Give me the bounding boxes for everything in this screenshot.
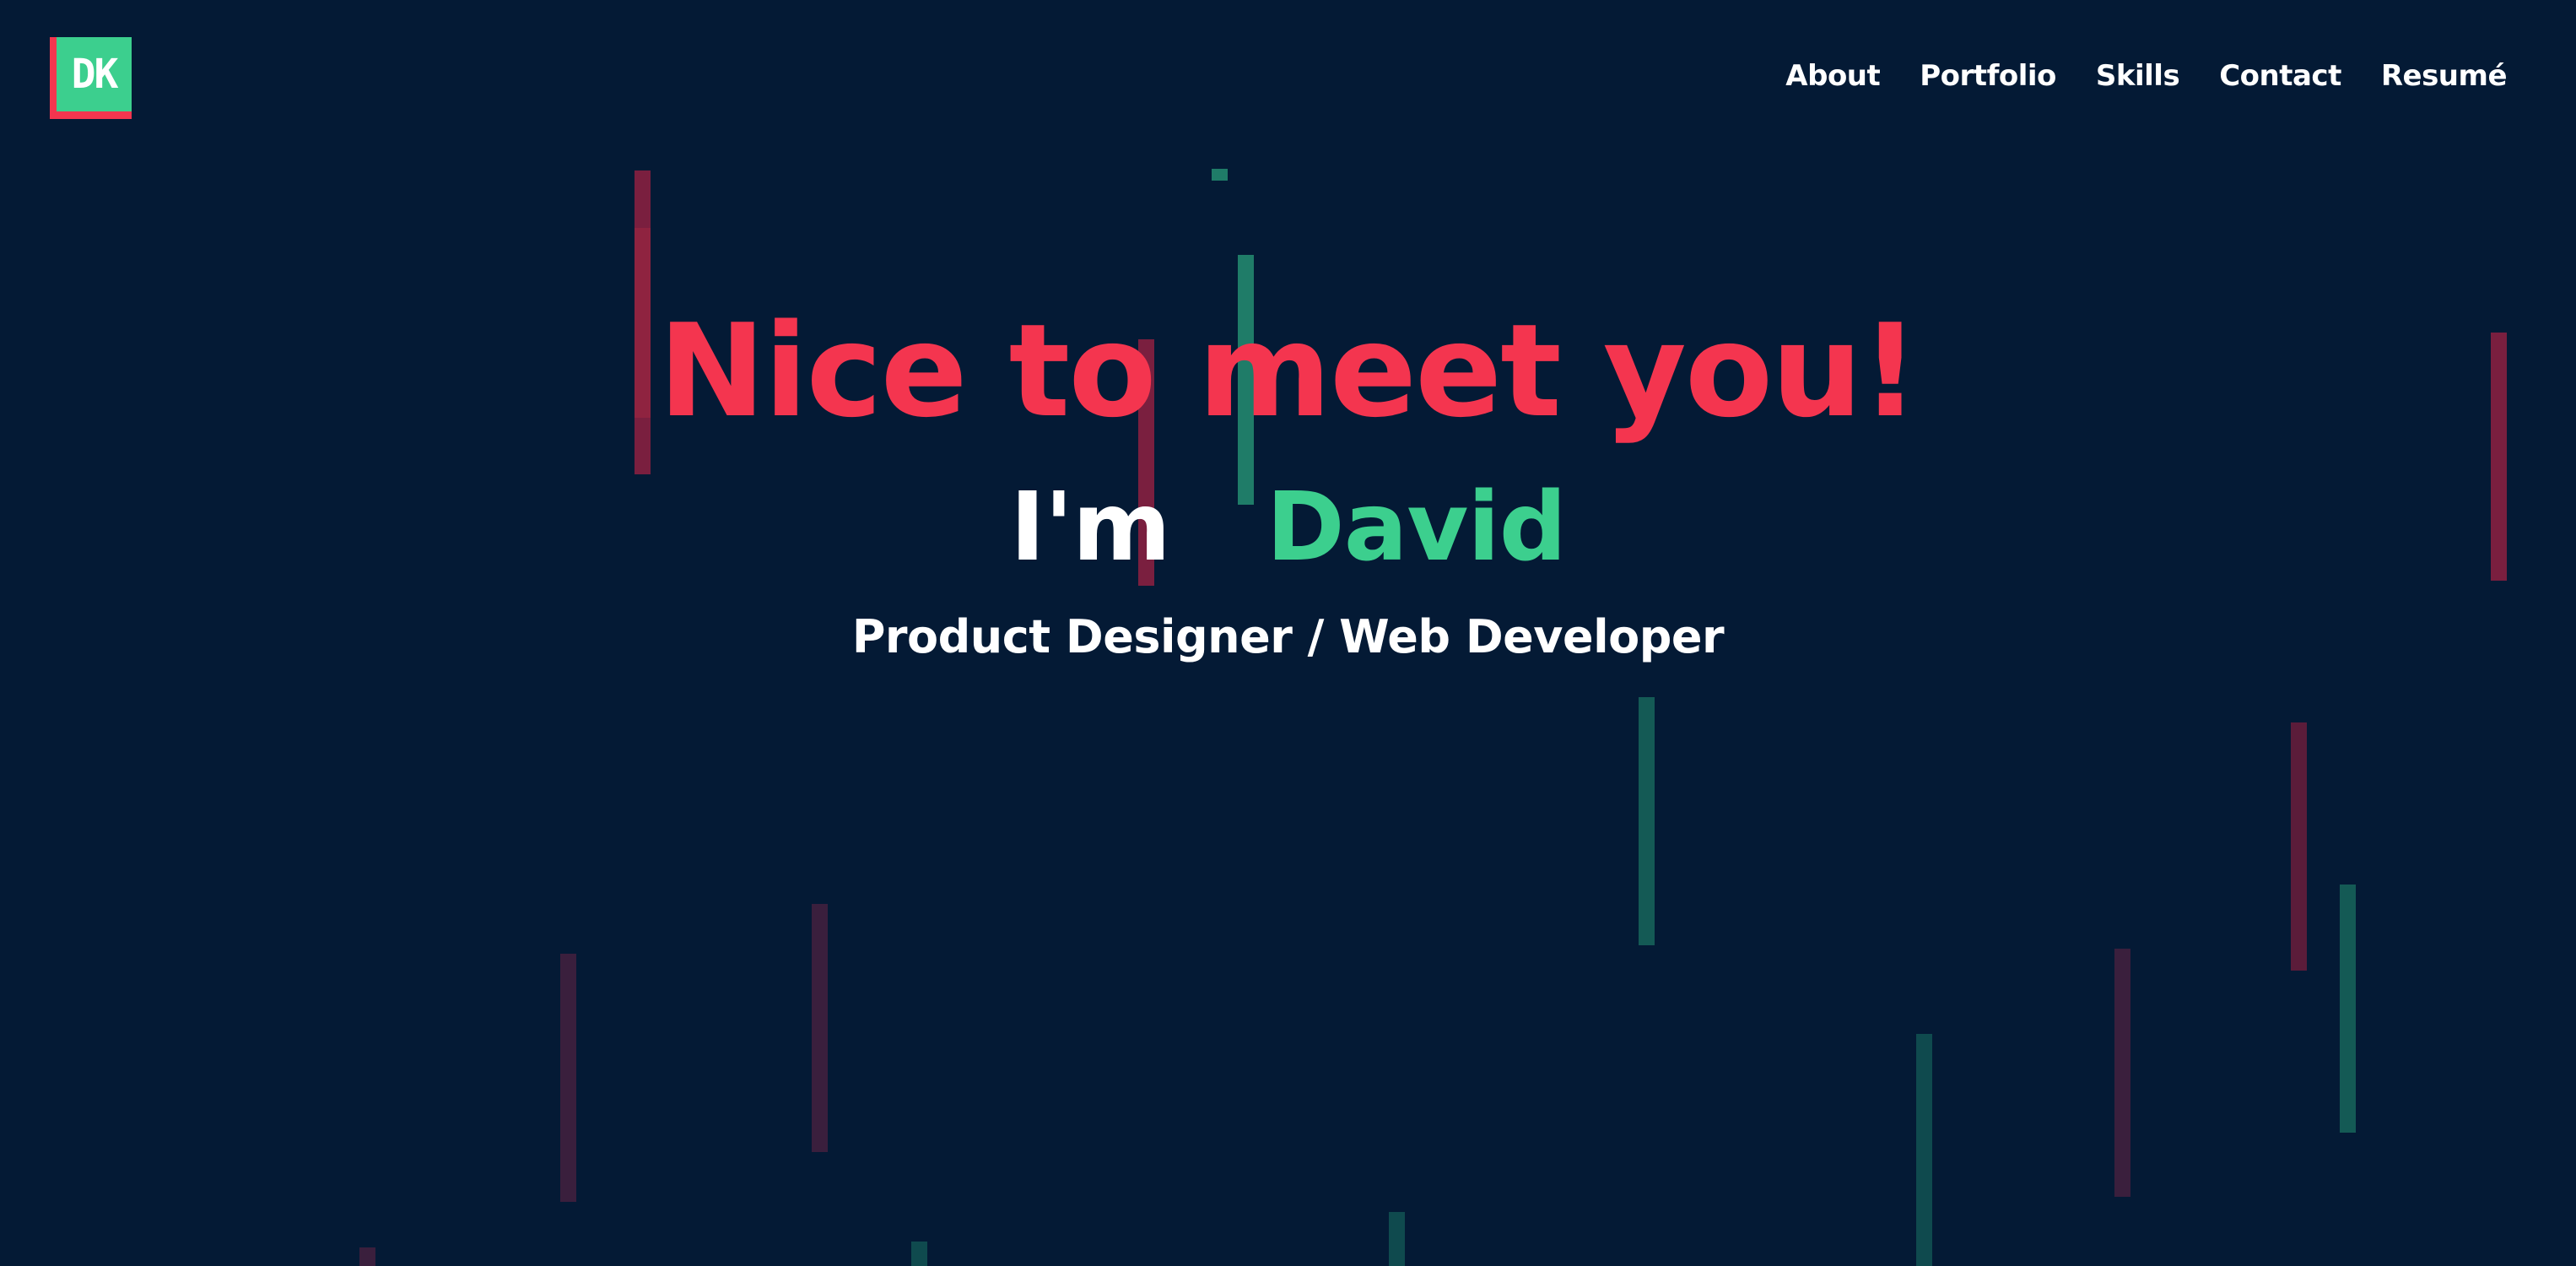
decorative-bar bbox=[911, 1242, 927, 1266]
intro-space bbox=[1202, 473, 1234, 582]
decorative-bar bbox=[812, 904, 828, 1152]
main-nav: About Portfolio Skills Contact Resumé bbox=[1785, 56, 2507, 96]
nav-item-portfolio[interactable]: Portfolio bbox=[1920, 56, 2056, 96]
decorative-bar bbox=[359, 1247, 375, 1266]
decorative-bar bbox=[2114, 949, 2130, 1197]
page: DK About Portfolio Skills Contact Resumé… bbox=[0, 0, 2576, 1266]
intro-name: David bbox=[1266, 473, 1567, 582]
hero-intro: I'm David bbox=[0, 473, 2576, 582]
intro-prefix: I'm bbox=[1010, 473, 1171, 582]
logo[interactable]: DK bbox=[50, 37, 132, 119]
nav-item-contact[interactable]: Contact bbox=[2219, 56, 2341, 96]
nav-item-skills[interactable]: Skills bbox=[2096, 56, 2180, 96]
hero-tagline: Product Designer / Web Developer bbox=[851, 610, 1725, 663]
decorative-bar bbox=[1389, 1212, 1405, 1266]
hero-headline: Nice to meet you! bbox=[658, 296, 1920, 446]
decorative-bar bbox=[560, 954, 576, 1202]
nav-item-about[interactable]: About bbox=[1785, 56, 1880, 96]
decorative-bar bbox=[1639, 697, 1655, 945]
decorative-bar bbox=[1916, 1034, 1932, 1266]
decorative-bar bbox=[2291, 722, 2307, 971]
decorative-bar bbox=[2340, 885, 2356, 1133]
nav-item-resume[interactable]: Resumé bbox=[2381, 56, 2508, 96]
logo-text: DK bbox=[57, 37, 132, 111]
decorative-bar bbox=[1212, 169, 1228, 181]
